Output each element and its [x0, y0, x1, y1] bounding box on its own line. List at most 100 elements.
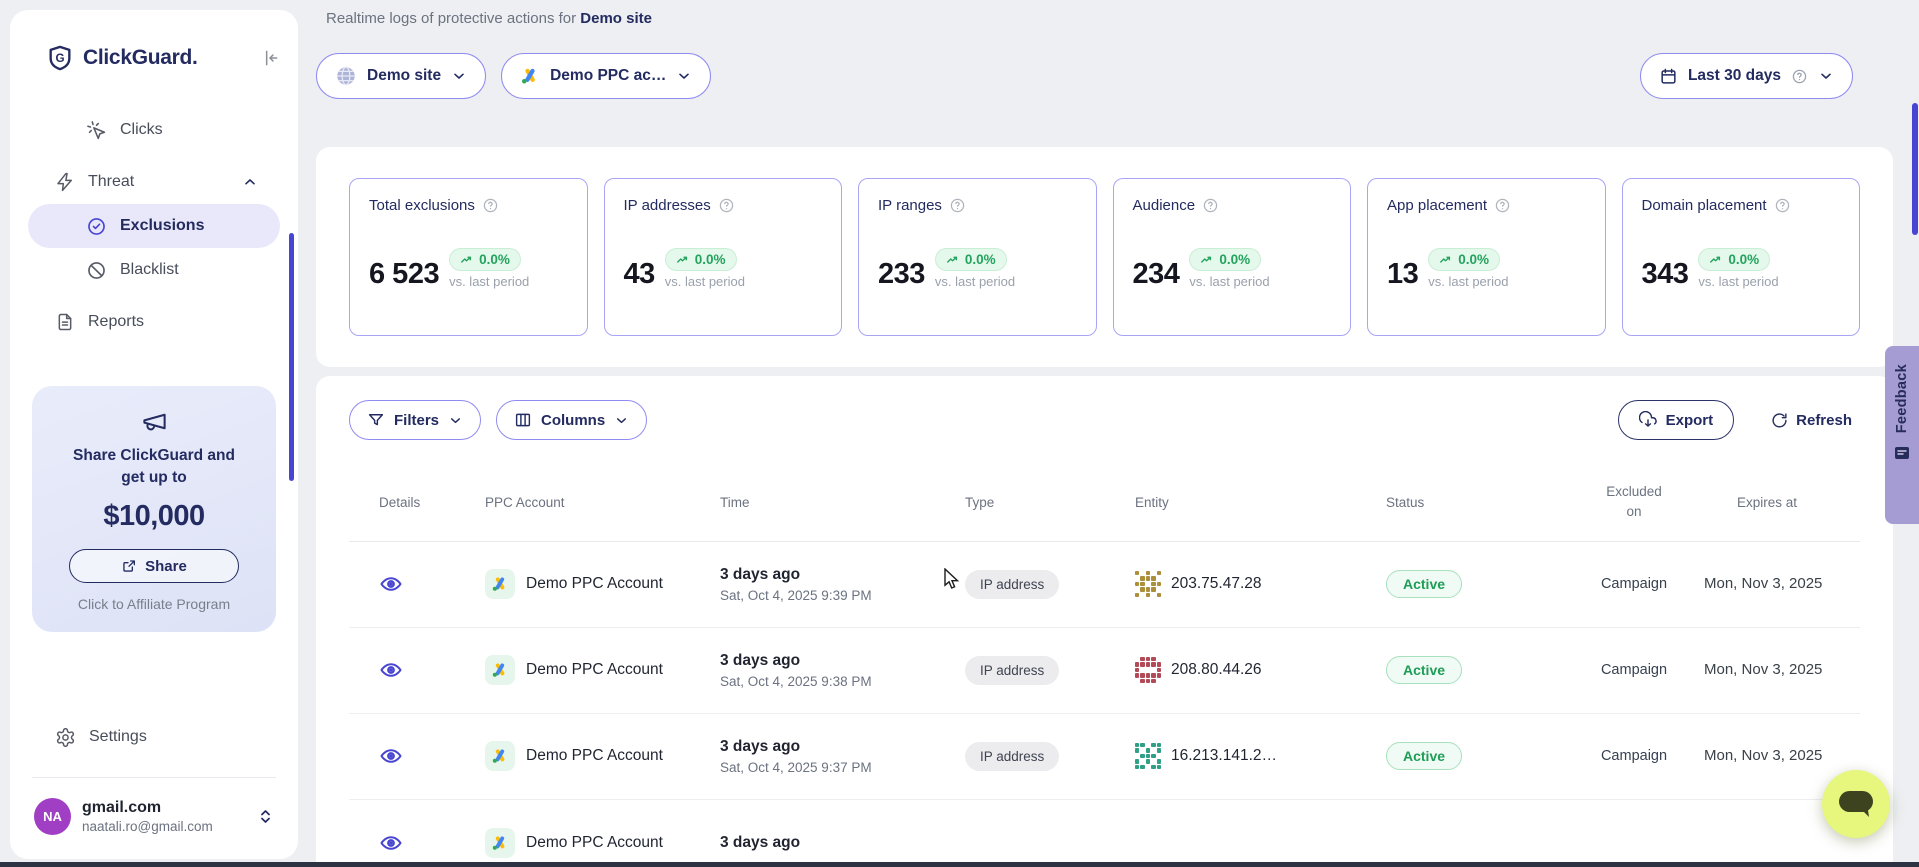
help-circle-icon[interactable] — [718, 197, 735, 214]
stat-label: IP ranges — [878, 197, 942, 214]
stat-card-ip-addresses: IP addresses 43 0.0% vs. last period — [604, 178, 843, 336]
globe-icon — [335, 65, 357, 87]
cloud-download-icon — [1639, 411, 1657, 429]
entity-value: 203.75.47.28 — [1171, 575, 1262, 593]
entity-identicon — [1135, 743, 1161, 769]
stat-compare-label: vs. last period — [449, 274, 529, 289]
megaphone-icon — [48, 408, 260, 435]
view-details-button[interactable] — [379, 658, 457, 682]
stat-label: Total exclusions — [369, 197, 475, 214]
columns-button[interactable]: Columns — [496, 400, 647, 440]
table-row: Demo PPC Account 3 days agoSat, Oct 4, 2… — [349, 628, 1860, 714]
view-details-button[interactable] — [379, 831, 457, 855]
ppc-account-selector-label: Demo PPC ac… — [550, 67, 666, 85]
entity-value: 16.213.141.2… — [1171, 747, 1277, 765]
lightning-icon — [55, 172, 75, 192]
promo-amount: $10,000 — [48, 500, 260, 533]
sidebar-item-blacklist[interactable]: Blacklist — [28, 248, 280, 292]
account-name: gmail.com — [82, 799, 213, 817]
ppc-account-name: Demo PPC Account — [526, 834, 663, 852]
help-circle-icon[interactable] — [949, 197, 966, 214]
time-relative: 3 days ago — [720, 738, 953, 756]
sidebar-item-clicks[interactable]: Clicks — [28, 108, 280, 152]
share-button-label: Share — [145, 558, 187, 575]
sidebar-item-exclusions[interactable]: Exclusions — [28, 204, 280, 248]
stat-value: 343 — [1642, 260, 1689, 289]
affiliate-link[interactable]: Click to Affiliate Program — [48, 596, 260, 612]
stat-compare-label: vs. last period — [665, 274, 745, 289]
page-subtitle-site: Demo site — [580, 10, 652, 27]
sidebar-item-label: Reports — [88, 313, 144, 331]
account-switcher[interactable]: NA gmail.com naatali.ro@gmail.com — [28, 790, 280, 839]
stat-delta-badge: 0.0% — [1428, 248, 1500, 271]
date-range-selector[interactable]: Last 30 days — [1640, 53, 1853, 99]
stat-delta-badge: 0.0% — [665, 248, 737, 271]
stat-compare-label: vs. last period — [1428, 274, 1508, 289]
brand: G ClickGuard. — [28, 44, 280, 72]
stat-compare-label: vs. last period — [1698, 274, 1778, 289]
view-details-button[interactable] — [379, 744, 457, 768]
filters-button[interactable]: Filters — [349, 400, 481, 440]
main-content: Realtime logs of protective actions for … — [316, 0, 1893, 867]
time-absolute: Sat, Oct 4, 2025 9:39 PM — [720, 588, 953, 603]
calendar-icon — [1659, 67, 1678, 86]
feedback-tab[interactable]: Feedback — [1885, 346, 1919, 524]
table-row: Demo PPC Account 3 days agoSat, Oct 4, 2… — [349, 542, 1860, 628]
help-circle-icon[interactable] — [1494, 197, 1511, 214]
sidebar-collapse-icon[interactable] — [260, 48, 280, 68]
sidebar-scrollbar-thumb[interactable] — [289, 233, 294, 481]
refresh-button-label: Refresh — [1796, 412, 1852, 429]
stat-label: Domain placement — [1642, 197, 1767, 214]
export-button-label: Export — [1666, 412, 1714, 429]
google-ads-icon — [485, 655, 515, 685]
table-header-row: Details PPC Account Time Type Entity Sta… — [349, 440, 1860, 542]
site-selector[interactable]: Demo site — [316, 53, 486, 99]
settings-label: Settings — [89, 728, 147, 746]
google-ads-icon — [485, 569, 515, 599]
ppc-account-name: Demo PPC Account — [526, 575, 663, 593]
ban-icon — [86, 260, 107, 281]
type-badge: IP address — [965, 742, 1059, 771]
export-button[interactable]: Export — [1618, 400, 1735, 440]
divider — [32, 777, 276, 778]
feedback-tab-label: Feedback — [1894, 364, 1910, 433]
help-circle-icon[interactable] — [1202, 197, 1219, 214]
refresh-button[interactable]: Refresh — [1771, 412, 1852, 429]
columns-icon — [514, 411, 532, 429]
stat-card-total-exclusions: Total exclusions 6 523 0.0% vs. last per… — [349, 178, 588, 336]
stat-delta-badge: 0.0% — [935, 248, 1007, 271]
excluded-on-value: Campaign — [1601, 748, 1667, 764]
stat-value: 13 — [1387, 260, 1418, 289]
window-bottom-edge — [0, 862, 1919, 867]
help-circle-icon[interactable] — [482, 197, 499, 214]
column-header-type: Type — [953, 495, 1129, 510]
ppc-account-selector[interactable]: Demo PPC ac… — [501, 53, 711, 99]
page-scrollbar-thumb[interactable] — [1912, 103, 1918, 235]
excluded-on-value: Campaign — [1601, 576, 1667, 592]
ppc-account-name: Demo PPC Account — [526, 661, 663, 679]
sidebar-item-label: Blacklist — [120, 261, 179, 279]
sidebar-item-reports[interactable]: Reports — [28, 300, 280, 344]
sidebar-item-threat[interactable]: Threat — [28, 160, 280, 204]
date-range-label: Last 30 days — [1688, 67, 1781, 85]
badge-check-icon — [86, 216, 107, 237]
view-details-button[interactable] — [379, 572, 457, 596]
column-header-details: Details — [349, 495, 457, 510]
excluded-on-value: Campaign — [1601, 662, 1667, 678]
filter-bar: Demo site Demo PPC ac… — [316, 53, 1893, 99]
gear-icon — [55, 727, 76, 748]
columns-button-label: Columns — [541, 412, 605, 429]
site-selector-label: Demo site — [367, 67, 441, 85]
sidebar-item-settings[interactable]: Settings — [28, 715, 280, 759]
affiliate-promo-card: Share ClickGuard and get up to $10,000 S… — [32, 386, 276, 632]
promo-title: Share ClickGuard and get up to — [48, 445, 260, 488]
help-circle-icon[interactable] — [1774, 197, 1791, 214]
share-button[interactable]: Share — [69, 549, 239, 583]
column-header-entity: Entity — [1129, 495, 1344, 510]
chevron-down-icon — [451, 68, 467, 84]
stat-card-ip-ranges: IP ranges 233 0.0% vs. last period — [858, 178, 1097, 336]
stat-delta-badge: 0.0% — [1698, 248, 1770, 271]
chat-launcher-button[interactable] — [1822, 770, 1890, 838]
time-relative: 3 days ago — [720, 834, 953, 852]
entity-identicon — [1135, 657, 1161, 683]
